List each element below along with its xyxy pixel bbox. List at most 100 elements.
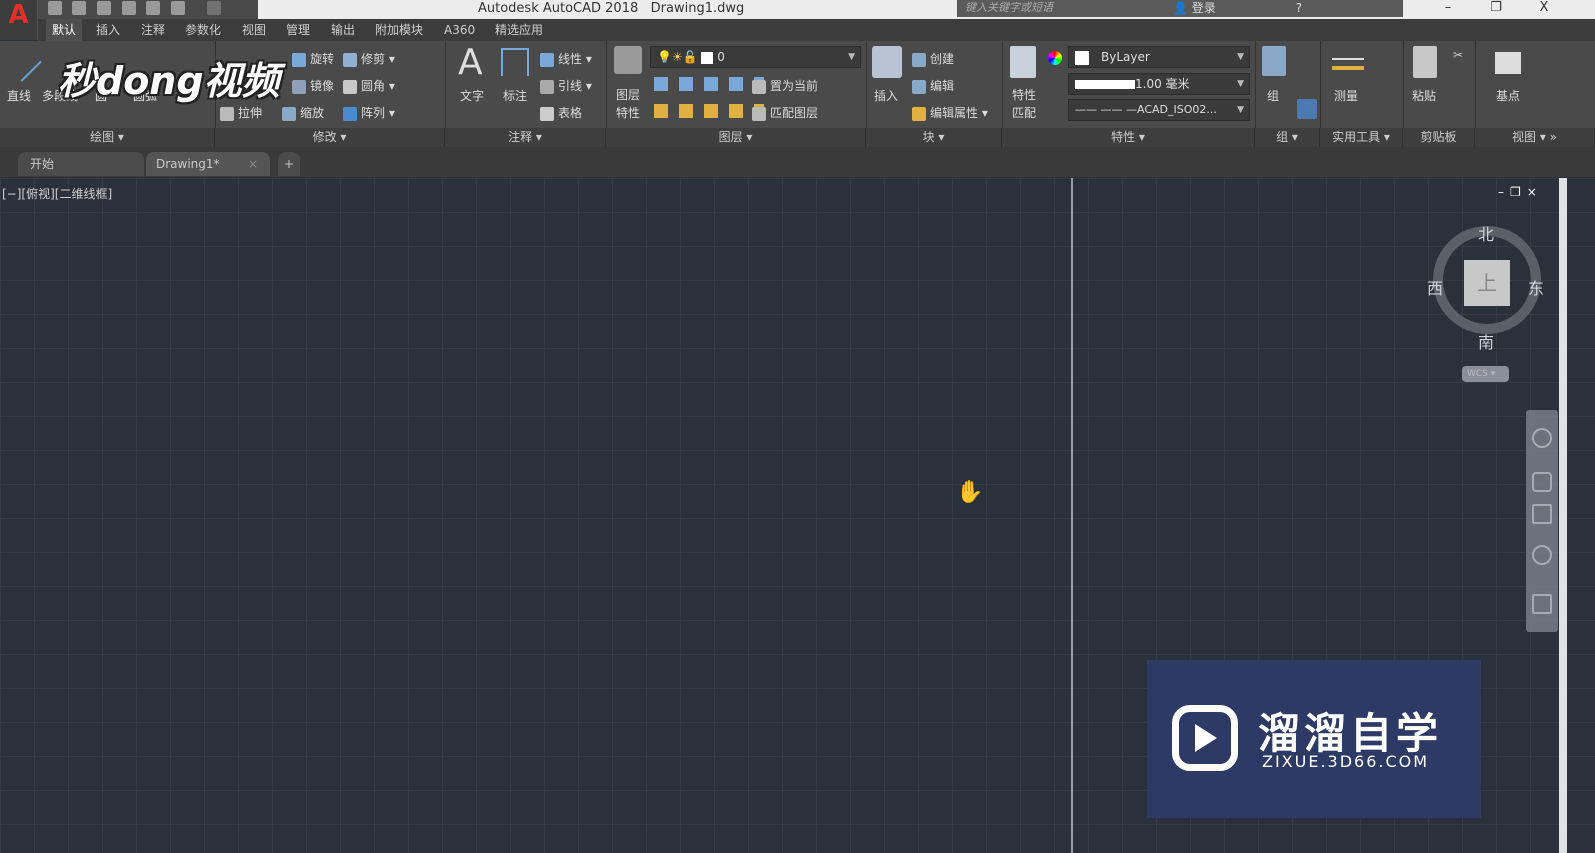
view-panel-title[interactable]: 视图 ▾ » [1475, 128, 1595, 147]
window-title: Autodesk AutoCAD 2018 Drawing1.dwg [478, 1, 745, 16]
paste-button[interactable]: 粘贴 [1412, 87, 1436, 104]
rotate-icon [292, 52, 306, 67]
new-tab-button[interactable]: + [278, 152, 300, 176]
create-block-button[interactable]: 创建 [912, 50, 954, 67]
viewport-controls-label[interactable]: [−][俯视][二维线框] [2, 185, 112, 202]
pan-icon[interactable] [1532, 472, 1552, 492]
text-button[interactable]: 文字 [460, 87, 484, 104]
save-icon[interactable] [97, 1, 111, 15]
set-current-button[interactable]: 置为当前 [752, 77, 818, 94]
linetype-dropdown[interactable]: —— —— —ACAD_ISO02... ▼ [1068, 99, 1250, 121]
viewport-window-controls[interactable]: –❐× [1498, 185, 1543, 199]
layer-properties-button[interactable]: 图层 特性 [616, 86, 640, 122]
login-button[interactable]: 👤 登录? [1145, 0, 1403, 17]
edit-block-button[interactable]: 编辑 [912, 77, 954, 94]
tab-default[interactable]: 默认 [46, 19, 83, 41]
dimension-button[interactable]: 标注 [503, 87, 527, 104]
wcs-menu[interactable]: WCS ▾ [1462, 366, 1509, 382]
line-button[interactable]: 直线 [7, 87, 31, 104]
tab-annotate[interactable]: 注释 [135, 19, 171, 41]
match-properties-button[interactable]: 特性 匹配 [1012, 86, 1036, 122]
layers-panel-title[interactable]: 图层 ▾ [606, 128, 866, 147]
open-icon[interactable] [72, 1, 86, 15]
undo-icon[interactable] [171, 1, 185, 15]
scale-button[interactable]: 缩放 [282, 104, 324, 121]
tab-insert[interactable]: 插入 [90, 19, 126, 41]
vertical-scrollbar[interactable] [1559, 178, 1567, 853]
measure-button[interactable]: 测量 [1334, 87, 1358, 104]
edit-attributes-button[interactable]: 编辑属性 ▾ [912, 104, 988, 121]
set-current-icon [752, 79, 766, 94]
match-layer-button[interactable]: 匹配图层 [752, 104, 818, 121]
fillet-icon [343, 79, 357, 94]
clipboard-panel-title[interactable]: 剪贴板 [1403, 128, 1475, 147]
edit-attributes-icon [912, 106, 926, 121]
stretch-button[interactable]: 拉伸 [220, 104, 262, 121]
tab-start[interactable]: 开始 [18, 152, 144, 176]
group-selection-toggle[interactable] [1297, 99, 1317, 119]
showmotion-icon[interactable] [1532, 594, 1552, 614]
compass-north[interactable]: 北 [1478, 221, 1494, 245]
steering-wheel-icon[interactable] [1532, 428, 1552, 448]
leader-icon [540, 79, 554, 94]
tab-output[interactable]: 输出 [325, 19, 361, 41]
utilities-panel-title[interactable]: 实用工具 ▾ [1320, 128, 1403, 147]
insert-button[interactable]: 插入 [874, 87, 898, 104]
zoom-extents-icon[interactable] [1532, 504, 1552, 524]
tab-view[interactable]: 视图 [236, 19, 272, 41]
compass-west[interactable]: 西 [1427, 275, 1443, 299]
properties-panel-title[interactable]: 特性 ▾ [1002, 128, 1255, 147]
close-tab-icon[interactable]: × [248, 152, 258, 176]
array-icon [343, 106, 357, 121]
groups-panel-title[interactable]: 组 ▾ [1255, 128, 1320, 147]
table-button[interactable]: 表格 [540, 104, 582, 121]
linear-button[interactable]: 线性 ▾ [540, 50, 592, 67]
cut-icon[interactable]: ✂ [1453, 48, 1463, 62]
pan-hand-cursor-icon: ✋ [956, 480, 984, 505]
base-view-button[interactable]: 基点 [1496, 87, 1520, 104]
table-icon [540, 106, 554, 121]
annotation-panel-title[interactable]: 注释 ▾ [445, 128, 606, 147]
viewcube-top-face[interactable]: 上 [1464, 260, 1510, 306]
mirror-icon [292, 79, 306, 94]
application-menu-button[interactable]: A [0, 0, 38, 40]
tab-parametric[interactable]: 参数化 [179, 19, 227, 41]
search-input[interactable]: 键入关键字或短语 [957, 0, 1145, 17]
linear-dimension-icon [540, 52, 554, 67]
color-wheel-icon [1048, 51, 1062, 65]
block-panel-title[interactable]: 块 ▾ [866, 128, 1002, 147]
close-button[interactable]: X [1524, 0, 1564, 17]
color-dropdown[interactable]: ByLayer ▼ [1068, 46, 1250, 68]
group-button[interactable]: 组 [1267, 87, 1279, 104]
layer-dropdown[interactable]: 💡☀🔓 0 ▼ [650, 46, 861, 68]
compass-south[interactable]: 南 [1478, 329, 1494, 353]
new-icon[interactable] [48, 1, 62, 15]
draw-panel-title[interactable]: 绘图 ▾ [0, 128, 215, 147]
mirror-button[interactable]: 镜像 [292, 77, 334, 94]
orbit-icon[interactable] [1532, 545, 1552, 565]
compass-east[interactable]: 东 [1528, 275, 1544, 299]
lineweight-dropdown[interactable]: 1.00 毫米 ▼ [1068, 73, 1250, 95]
text-icon: A [458, 42, 483, 83]
modify-panel-title[interactable]: 修改 ▾ [215, 128, 445, 147]
tab-drawing1[interactable]: Drawing1* × [146, 152, 270, 176]
fillet-button[interactable]: 圆角 ▾ [343, 77, 395, 94]
tab-addins[interactable]: 附加模块 [369, 19, 429, 41]
minimize-button[interactable]: – [1428, 0, 1468, 17]
tab-featured-apps[interactable]: 精选应用 [489, 19, 549, 41]
array-button[interactable]: 阵列 ▾ [343, 104, 395, 121]
redo-icon[interactable] [207, 1, 221, 15]
tab-manage[interactable]: 管理 [280, 19, 316, 41]
leader-button[interactable]: 引线 ▾ [540, 77, 592, 94]
layer-tools-icons-2[interactable] [654, 104, 764, 118]
trim-button[interactable]: 修剪 ▾ [343, 50, 395, 67]
rotate-button[interactable]: 旋转 [292, 50, 334, 67]
print-icon[interactable] [146, 1, 160, 15]
tab-a360[interactable]: A360 [438, 19, 481, 41]
insert-block-icon [872, 46, 902, 78]
edit-block-icon [912, 79, 926, 94]
layer-tools-icons[interactable] [654, 77, 764, 91]
restore-button[interactable]: ❐ [1476, 0, 1516, 17]
save-as-icon[interactable] [122, 1, 136, 15]
help-icon[interactable]: ? [1296, 1, 1302, 15]
